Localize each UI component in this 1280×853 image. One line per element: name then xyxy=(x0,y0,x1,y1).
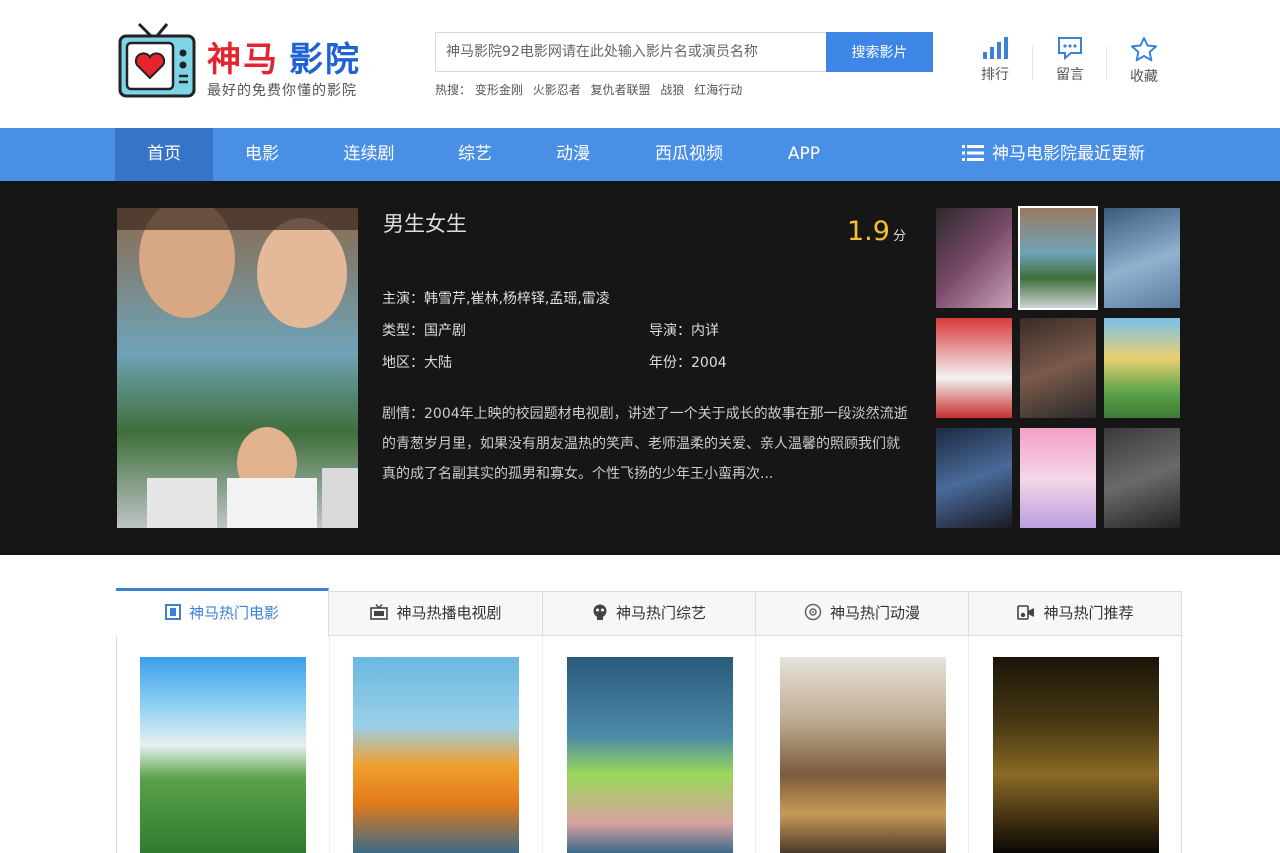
hot-term[interactable]: 变形金刚 xyxy=(475,83,523,97)
recent-updates-link[interactable]: 神马电影院最近更新 xyxy=(962,128,1145,181)
score-value: 1.9 xyxy=(847,216,890,247)
tab-hot-variety[interactable]: 神马热门综艺 xyxy=(543,591,756,636)
thumbnail[interactable] xyxy=(1104,208,1180,308)
hot-term[interactable]: 火影忍者 xyxy=(533,83,581,97)
disc-icon xyxy=(804,603,822,621)
tab-label: 神马热门综艺 xyxy=(615,604,706,622)
tab-hot-recommend[interactable]: 神马热门推荐 xyxy=(969,591,1182,636)
movie-poster[interactable] xyxy=(140,657,306,853)
nav-item-app[interactable]: APP xyxy=(755,128,853,181)
column-divider xyxy=(542,636,543,853)
list-icon xyxy=(962,144,984,161)
tv-heart-icon xyxy=(118,22,196,98)
tab-hot-series[interactable]: 神马热播电视剧 xyxy=(330,591,543,636)
main-nav: 首页 电影 连续剧 综艺 动漫 西瓜视频 APP 神马电影院最近更新 xyxy=(0,128,1280,181)
featured-plot: 剧情：2004年上映的校园题材电视剧，讲述了一个关于成长的故事在那一段淡然流逝的… xyxy=(382,406,908,482)
message-label: 留言 xyxy=(1056,67,1084,83)
thumbnail[interactable] xyxy=(1020,318,1096,418)
hot-term[interactable]: 战狼 xyxy=(660,83,684,97)
tab-label: 神马热播电视剧 xyxy=(396,604,502,622)
column-divider xyxy=(755,636,756,853)
nav-item-series[interactable]: 连续剧 xyxy=(320,128,418,181)
thumbnail[interactable] xyxy=(1104,318,1180,418)
site-logo[interactable]: 神马 影院 最好的免费你懂的影院 xyxy=(117,20,367,100)
column-divider xyxy=(968,636,969,853)
nav-item-movies[interactable]: 电影 xyxy=(213,128,311,181)
tab-label: 神马热门推荐 xyxy=(1043,604,1134,622)
ranking-button[interactable]: 排行 xyxy=(958,36,1032,86)
favorite-button[interactable]: 收藏 xyxy=(1107,36,1181,86)
logo-subtitle: 最好的免费你懂的影院 xyxy=(207,83,357,99)
ranking-label: 排行 xyxy=(981,67,1009,83)
featured-score: 1.9 分 xyxy=(847,216,906,247)
nav-item-anime[interactable]: 动漫 xyxy=(524,128,622,181)
category-tabs: 神马热门电影 神马热播电视剧 神马热门综艺 神马热门动漫 神马热门推荐 xyxy=(116,588,1182,637)
recent-updates-label: 神马电影院最近更新 xyxy=(992,144,1145,164)
logo-title: 神马 影院 xyxy=(207,40,361,80)
thumbnail[interactable] xyxy=(936,428,1012,528)
thumbnail[interactable] xyxy=(1104,428,1180,528)
hot-term[interactable]: 复仇者联盟 xyxy=(591,83,651,97)
star-icon xyxy=(1131,37,1157,62)
featured-region: 地区：大陆 xyxy=(382,355,452,371)
bar-chart-icon xyxy=(983,37,1008,59)
message-icon xyxy=(1058,37,1082,60)
hot-searches: 热搜： 变形金刚 火影忍者 复仇者联盟 战狼 红海行动 xyxy=(435,81,748,98)
movie-poster[interactable] xyxy=(353,657,519,853)
tab-label: 神马热门电影 xyxy=(188,604,279,622)
tab-hot-anime[interactable]: 神马热门动漫 xyxy=(756,591,969,636)
featured-poster[interactable] xyxy=(117,208,358,528)
featured-genre: 类型：国产剧 xyxy=(382,323,466,339)
movie-poster[interactable] xyxy=(780,657,946,853)
hot-label: 热搜： xyxy=(435,83,472,97)
nav-item-xigua[interactable]: 西瓜视频 xyxy=(640,128,738,181)
column-divider xyxy=(329,636,330,853)
mask-icon xyxy=(593,604,607,620)
poster-image xyxy=(117,208,358,528)
search-button[interactable]: 搜索影片 xyxy=(826,32,933,72)
camera-icon xyxy=(1017,605,1035,620)
nav-item-home[interactable]: 首页 xyxy=(115,128,213,181)
movie-poster[interactable] xyxy=(993,657,1159,853)
featured-thumbnails xyxy=(935,206,1183,529)
search-bar: 搜索影片 xyxy=(435,32,933,72)
thumbnail-selected[interactable] xyxy=(1018,206,1098,310)
tab-hot-movies[interactable]: 神马热门电影 xyxy=(116,588,329,637)
thumbnail[interactable] xyxy=(936,318,1012,418)
featured-actors: 主演：韩雪芹,崔林,杨梓铎,孟瑶,雷凌 xyxy=(382,291,610,307)
featured-title: 男生女生 xyxy=(383,212,467,236)
film-icon xyxy=(164,604,181,620)
movie-poster[interactable] xyxy=(567,657,733,853)
site-header: 神马影院 最好的免费你懂的影院 搜索影片 热搜： 变形金刚 火影忍者 复仇者联盟… xyxy=(0,0,1280,128)
featured-section: 男生女生 1.9 分 主演：韩雪芹,崔林,杨梓铎,孟瑶,雷凌 类型：国产剧 导演：… xyxy=(0,181,1280,555)
tab-label: 神马热门动漫 xyxy=(829,604,920,622)
message-button[interactable]: 留言 xyxy=(1033,36,1107,86)
thumbnail[interactable] xyxy=(1020,428,1096,528)
featured-director: 导演：内详 xyxy=(649,323,719,339)
score-unit: 分 xyxy=(892,229,906,244)
thumbnail[interactable] xyxy=(936,208,1012,308)
tv-icon xyxy=(370,604,389,620)
nav-item-variety[interactable]: 综艺 xyxy=(426,128,524,181)
favorite-label: 收藏 xyxy=(1130,69,1158,85)
featured-year: 年份：2004 xyxy=(649,355,727,371)
search-input[interactable] xyxy=(435,32,827,72)
hot-term[interactable]: 红海行动 xyxy=(694,83,742,97)
